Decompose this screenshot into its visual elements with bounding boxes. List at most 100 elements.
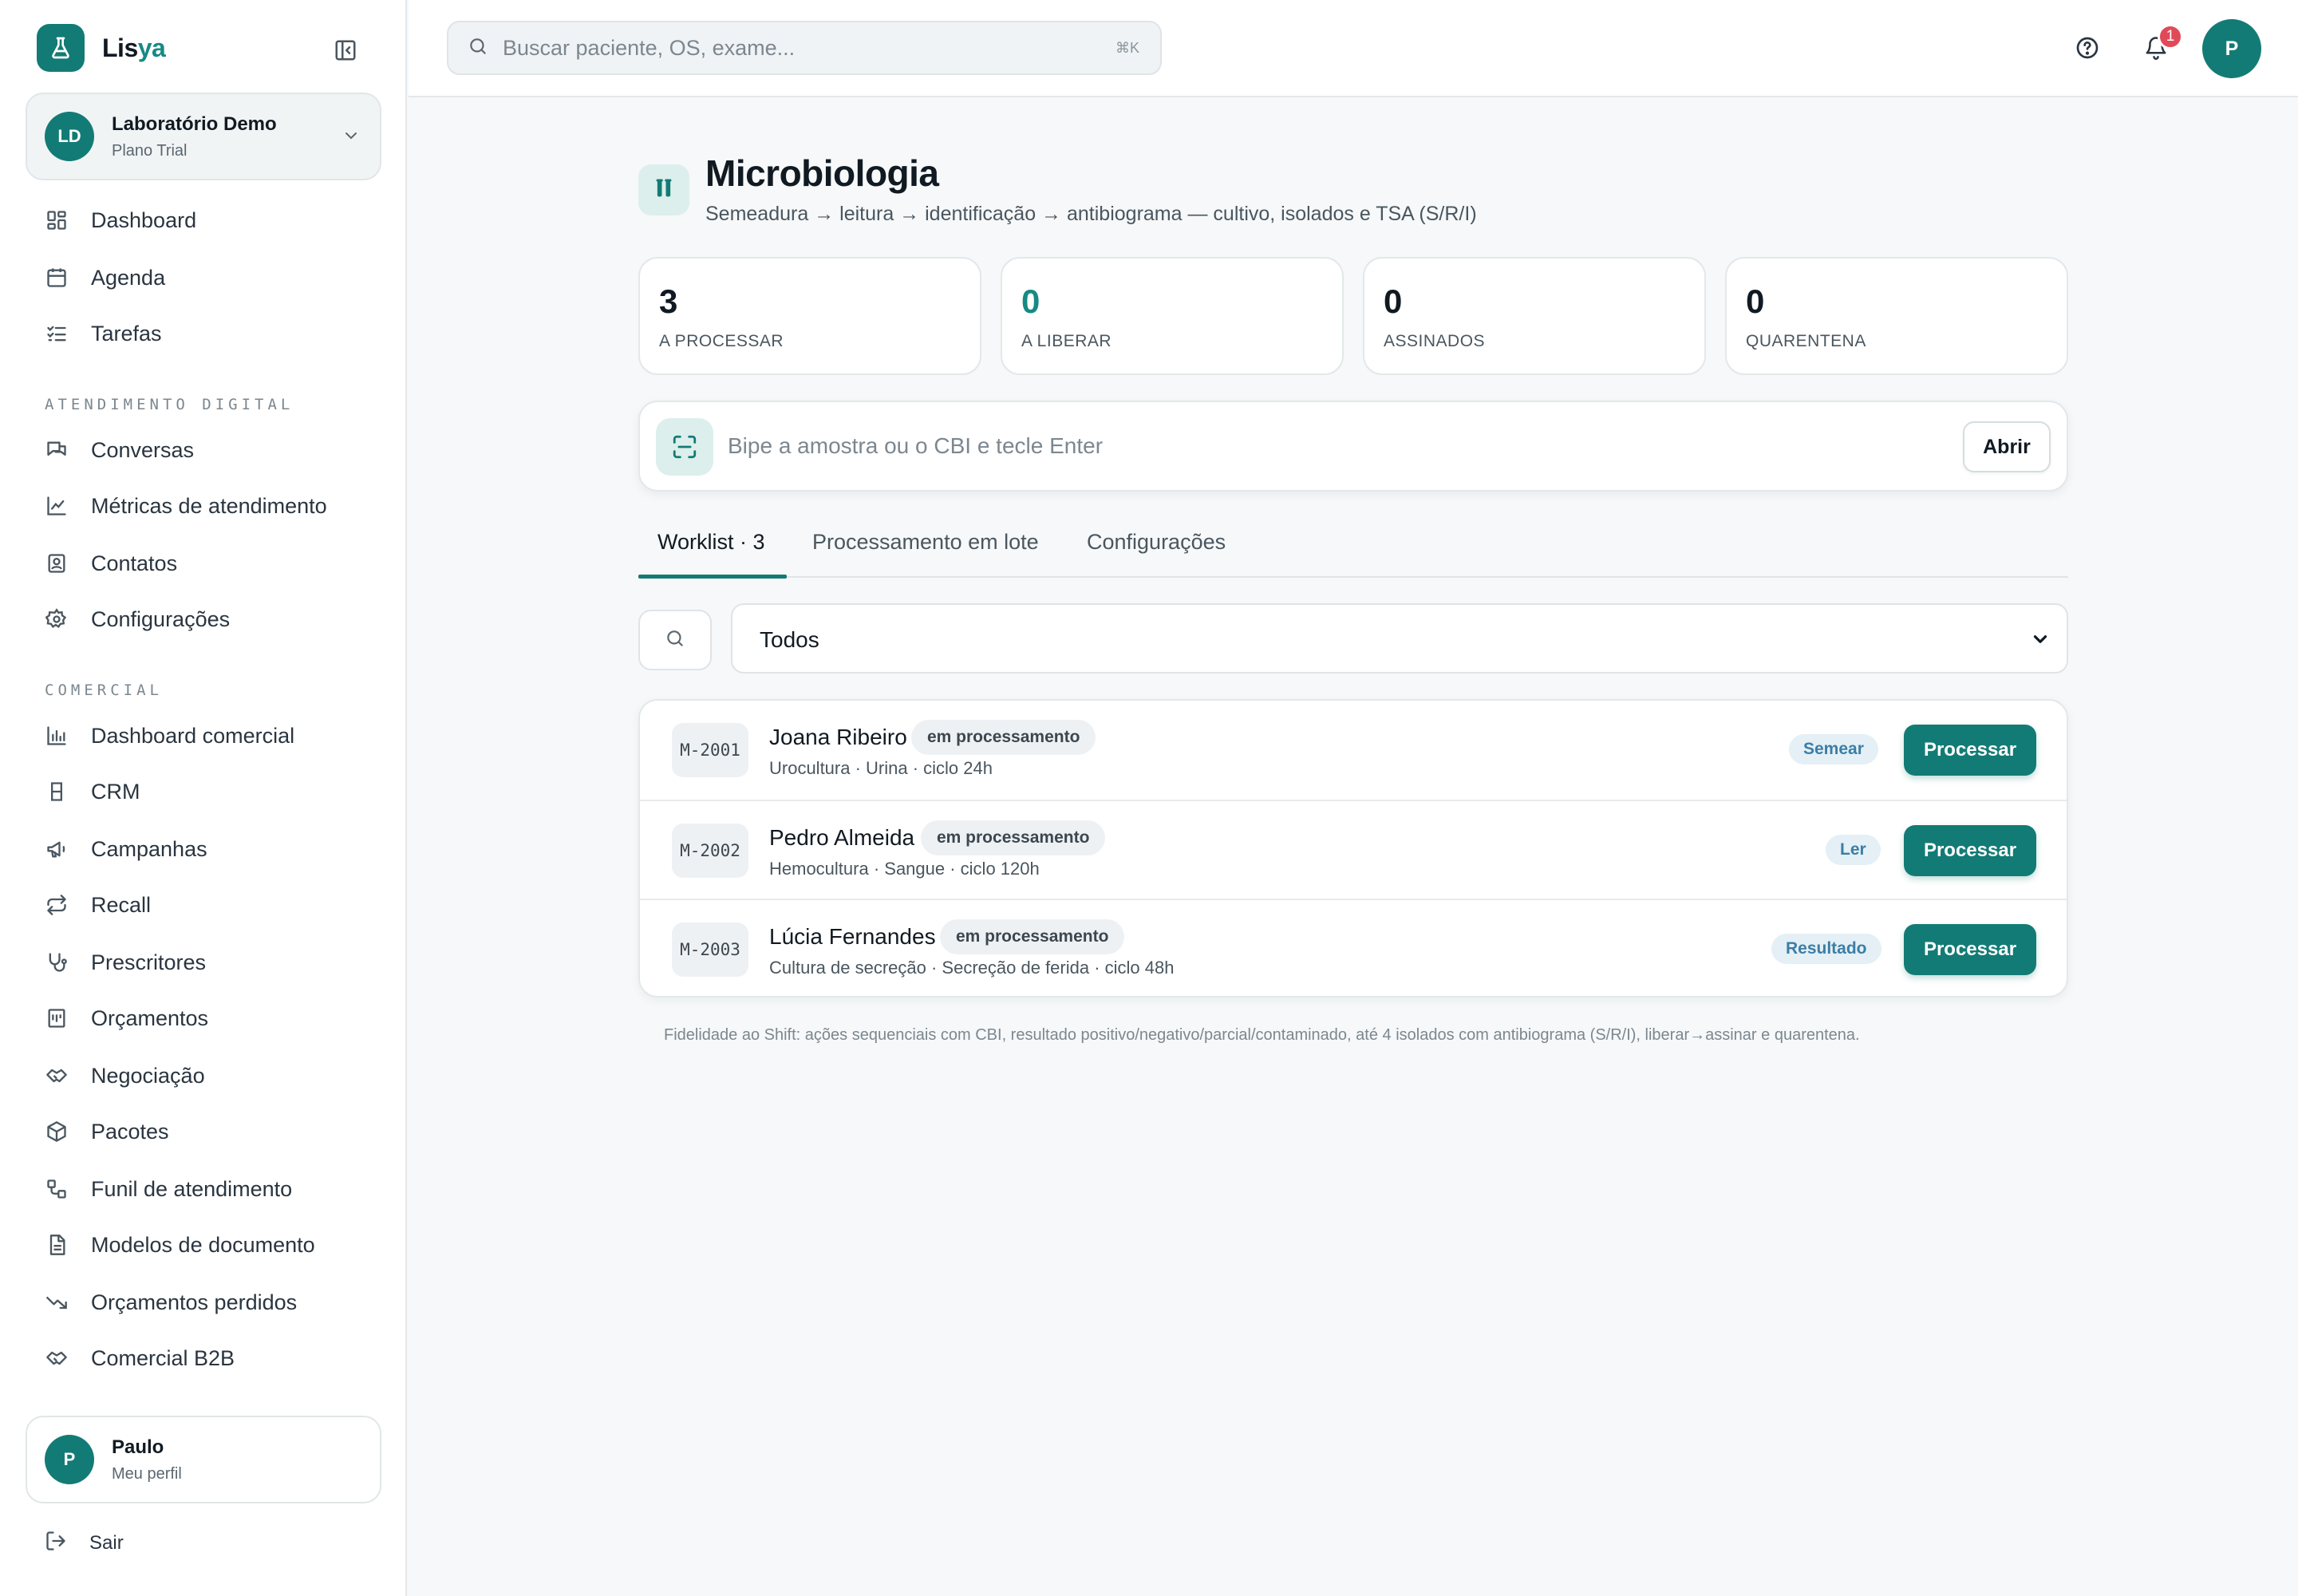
patient-name: Joana Ribeiro bbox=[769, 725, 907, 749]
sidebar-item-metricas[interactable]: Métricas de atendimento bbox=[45, 488, 327, 523]
account-avatar[interactable]: P bbox=[2202, 19, 2261, 78]
sidebar-item-label: Comercial B2B bbox=[91, 1345, 235, 1370]
sidebar-collapse-icon[interactable] bbox=[332, 37, 359, 64]
sidebar-item-dashboard[interactable]: Dashboard bbox=[45, 203, 196, 238]
sidebar-item-modelos[interactable]: Modelos de documento bbox=[45, 1227, 315, 1262]
receipt-icon bbox=[45, 1006, 69, 1030]
open-sample-button[interactable]: Abrir bbox=[1963, 421, 2051, 472]
stat-card-quarentena[interactable]: 0 QUARENTENA bbox=[1725, 257, 2068, 375]
section-title-comercial: COMERCIAL bbox=[45, 681, 163, 699]
table-row[interactable]: M-2001 Joana Ribeiro em processamento Ur… bbox=[640, 701, 2067, 800]
search-input[interactable] bbox=[503, 35, 1077, 61]
exam-meta: Hemocultura · Sangue · ciclo 120h bbox=[769, 859, 1040, 879]
sidebar-item-crm[interactable]: CRM bbox=[45, 774, 140, 809]
sidebar-item-label: Campanhas bbox=[91, 836, 207, 861]
patient-name: Lúcia Fernandes bbox=[769, 924, 936, 949]
sidebar-item-comercial-b2b[interactable]: Comercial B2B bbox=[45, 1341, 235, 1376]
sidebar-item-label: Modelos de documento bbox=[91, 1232, 315, 1257]
stat-value: 3 bbox=[659, 282, 678, 320]
bar-chart-icon bbox=[45, 724, 69, 748]
org-avatar: LD bbox=[45, 112, 94, 161]
sidebar-item-label: Dashboard bbox=[91, 207, 197, 232]
sidebar-item-label: Pacotes bbox=[91, 1119, 169, 1144]
brand[interactable]: Lisya bbox=[37, 24, 166, 72]
sidebar-item-dashboard-comercial[interactable]: Dashboard comercial bbox=[45, 718, 294, 753]
org-name: Laboratório Demo bbox=[112, 113, 277, 135]
worklist-search-button[interactable] bbox=[638, 610, 712, 670]
logout-icon bbox=[45, 1530, 67, 1558]
trending-down-icon bbox=[45, 1290, 69, 1314]
table-row[interactable]: M-2002 Pedro Almeida em processamento He… bbox=[640, 800, 2067, 899]
sidebar-item-prescritores[interactable]: Prescritores bbox=[45, 945, 206, 980]
sidebar-item-label: Orçamentos bbox=[91, 1005, 209, 1030]
sidebar-item-configuracoes[interactable]: Configurações bbox=[45, 602, 230, 637]
gear-icon bbox=[45, 607, 69, 631]
sidebar-item-recall[interactable]: Recall bbox=[45, 887, 151, 922]
status-filter-select[interactable]: Todos bbox=[731, 603, 2068, 674]
step-badge: Ler bbox=[1826, 835, 1881, 865]
process-button[interactable]: Processar bbox=[1904, 825, 2036, 876]
sample-scan-bar: Abrir bbox=[638, 401, 2068, 492]
sidebar: Lisya LD Laboratório Demo Plano Trial Da… bbox=[0, 0, 407, 1596]
brand-name: Lisya bbox=[102, 33, 166, 62]
sidebar-item-campanhas[interactable]: Campanhas bbox=[45, 832, 207, 867]
sidebar-item-pacotes[interactable]: Pacotes bbox=[45, 1114, 169, 1149]
chevron-down-icon bbox=[342, 126, 361, 149]
stat-card-a-processar[interactable]: 3 A PROCESSAR bbox=[638, 257, 981, 375]
logout-button[interactable]: Sair bbox=[45, 1526, 124, 1561]
package-icon bbox=[45, 1120, 69, 1144]
chevron-down-icon bbox=[2030, 629, 2051, 654]
stat-label: QUARENTENA bbox=[1746, 332, 1866, 350]
worklist: M-2001 Joana Ribeiro em processamento Ur… bbox=[638, 699, 2068, 998]
search-shortcut: ⌘K bbox=[1115, 40, 1139, 56]
sidebar-item-label: Conversas bbox=[91, 437, 195, 462]
organization-switcher[interactable]: LD Laboratório Demo Plano Trial bbox=[26, 93, 381, 180]
user-profile-card[interactable]: P Paulo Meu perfil bbox=[26, 1416, 381, 1503]
line-chart-icon bbox=[45, 494, 69, 518]
contact-icon bbox=[45, 551, 69, 575]
table-row[interactable]: M-2003 Lúcia Fernandes em processamento … bbox=[640, 899, 2067, 996]
bell-icon[interactable]: 1 bbox=[2138, 24, 2183, 65]
logout-label: Sair bbox=[89, 1532, 124, 1554]
tab-worklist[interactable]: Worklist · 3 bbox=[657, 530, 765, 555]
sidebar-item-agenda[interactable]: Agenda bbox=[45, 260, 165, 295]
sidebar-item-tarefas[interactable]: Tarefas bbox=[45, 316, 162, 351]
status-badge: em processamento bbox=[921, 820, 1106, 855]
status-filter-value: Todos bbox=[760, 627, 819, 652]
sidebar-item-contatos[interactable]: Contatos bbox=[45, 546, 177, 581]
sidebar-item-negociacao[interactable]: Negociação bbox=[45, 1058, 205, 1093]
stat-label: A PROCESSAR bbox=[659, 332, 784, 350]
process-button[interactable]: Processar bbox=[1904, 924, 2036, 975]
sidebar-item-funil[interactable]: Funil de atendimento bbox=[45, 1171, 292, 1207]
sidebar-item-conversas[interactable]: Conversas bbox=[45, 433, 194, 468]
user-avatar: P bbox=[45, 1435, 94, 1484]
handshake-icon bbox=[45, 1064, 69, 1088]
tab-processamento-lote[interactable]: Processamento em lote bbox=[812, 530, 1039, 555]
user-name: Paulo bbox=[112, 1436, 164, 1458]
sidebar-item-label: Recall bbox=[91, 892, 152, 917]
stethoscope-icon bbox=[45, 950, 69, 974]
stat-card-a-liberar[interactable]: 0 A LIBERAR bbox=[1001, 257, 1344, 375]
help-icon[interactable] bbox=[2070, 30, 2105, 65]
sidebar-item-label: Tarefas bbox=[91, 321, 162, 346]
page-title: Microbiologia bbox=[705, 152, 939, 194]
tab-configuracoes[interactable]: Configurações bbox=[1087, 530, 1226, 555]
page-subtitle: Semeadura → leitura → identificação → an… bbox=[705, 203, 1477, 225]
checklist-icon bbox=[45, 322, 69, 346]
sidebar-item-orcamentos-perdidos[interactable]: Orçamentos perdidos bbox=[45, 1285, 297, 1320]
sidebar-item-label: Configurações bbox=[91, 606, 231, 631]
sample-scan-input[interactable] bbox=[728, 426, 1925, 466]
handshake-icon bbox=[45, 1346, 69, 1370]
sidebar-item-orcamentos[interactable]: Orçamentos bbox=[45, 1001, 208, 1036]
exam-meta: Urocultura · Urina · ciclo 24h bbox=[769, 758, 993, 778]
process-button[interactable]: Processar bbox=[1904, 725, 2036, 776]
topbar: ⌘K 1 P bbox=[409, 0, 2298, 97]
global-search[interactable]: ⌘K bbox=[447, 21, 1162, 75]
sidebar-item-label: Orçamentos perdidos bbox=[91, 1290, 298, 1314]
sidebar-item-label: CRM bbox=[91, 779, 140, 804]
stat-card-assinados[interactable]: 0 ASSINADOS bbox=[1363, 257, 1706, 375]
stat-value: 0 bbox=[1021, 282, 1040, 320]
status-badge: em processamento bbox=[911, 720, 1096, 755]
search-icon bbox=[665, 628, 685, 653]
sidebar-item-label: Funil de atendimento bbox=[91, 1176, 293, 1201]
